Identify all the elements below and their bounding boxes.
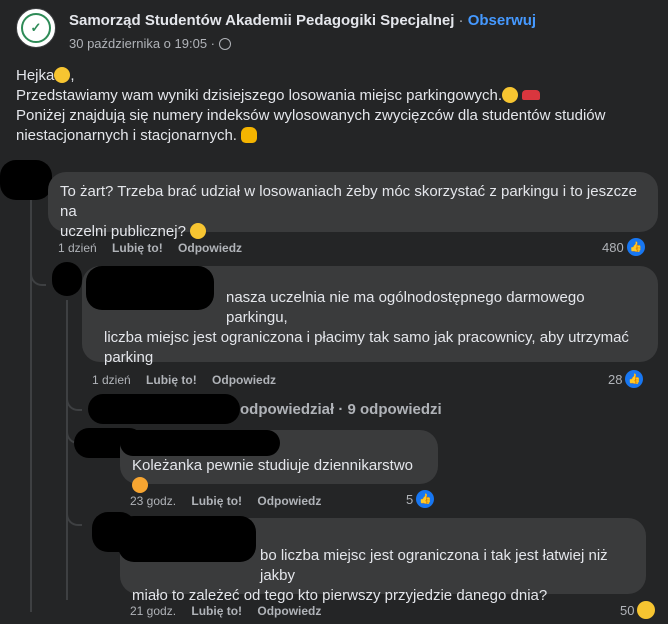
- comment-actions: 21 godz. Lubię to! Odpowiedz: [130, 604, 333, 618]
- page-avatar[interactable]: ✓: [16, 8, 56, 48]
- reply-button[interactable]: Odpowiedz: [178, 241, 242, 255]
- haha-reaction-icon: [637, 601, 656, 619]
- logo-icon: ✓: [21, 13, 51, 43]
- like-button[interactable]: Lubię to!: [146, 373, 197, 387]
- comment-actions: 1 dzień Lubię to! Odpowiedz: [92, 373, 288, 387]
- post-line-1: Hejka: [16, 67, 55, 84]
- comment-text-line: To żart? Trzeba brać udział w losowaniac…: [60, 183, 637, 220]
- thread-connector: [66, 510, 82, 526]
- separator-dot: ·: [458, 12, 464, 29]
- comment-actions: 23 godz. Lubię to! Odpowiedz: [130, 494, 333, 508]
- reaction-count-value: 5: [406, 491, 414, 507]
- reaction-count[interactable]: 480 👍: [602, 238, 645, 256]
- post-header: Samorząd Studentów Akademii Pedagogiki S…: [69, 12, 536, 29]
- like-reaction-icon: 👍: [626, 238, 645, 256]
- reaction-count[interactable]: 28 👍: [608, 370, 644, 388]
- post-line-4: niestacjonarnych i stacjonarnych.: [16, 127, 237, 144]
- reaction-count-value: 480: [602, 239, 624, 255]
- redacted-avatar: [0, 160, 52, 200]
- reply-button[interactable]: Odpowiedz: [257, 604, 321, 618]
- rolling-laughing-emoji-icon: [190, 223, 207, 239]
- post-text: Hejka, Przedstawiamy wam wyniki dzisiejs…: [16, 66, 656, 146]
- view-replies-link[interactable]: odpowiedział · 9 odpowiedzi: [240, 401, 442, 418]
- reaction-count[interactable]: 50: [620, 601, 656, 619]
- redacted-name: [86, 266, 214, 310]
- like-button[interactable]: Lubię to!: [112, 241, 163, 255]
- comment-text: Koleżanka pewnie studiuje dziennikarstwo: [132, 457, 414, 474]
- thread-line: [30, 200, 32, 612]
- thread-line: [66, 300, 68, 600]
- comment-time-link[interactable]: 21 godz.: [130, 604, 176, 618]
- comment-text-line: uczelni publicznej?: [60, 223, 186, 240]
- thread-connector: [66, 395, 82, 411]
- comment-text-line: liczba miejsc jest ograniczona i płacimy…: [104, 329, 629, 346]
- smile-emoji-icon: [502, 87, 519, 103]
- globe-icon: [218, 37, 231, 50]
- redacted-name: [88, 394, 240, 424]
- comment-bubble: To żart? Trzeba brać udział w losowaniac…: [48, 172, 658, 240]
- smile-emoji-icon: [54, 67, 71, 83]
- redacted-name: [118, 516, 256, 562]
- car-emoji-icon: [522, 90, 541, 100]
- comment-actions: 1 dzień Lubię to! Odpowiedz: [58, 241, 254, 255]
- post-meta: 30 października o 19:05 ·: [69, 36, 231, 51]
- redacted-name: [120, 430, 280, 456]
- reply-button[interactable]: Odpowiedz: [257, 494, 321, 508]
- comment-time-link[interactable]: 1 dzień: [92, 373, 131, 387]
- page-name-link[interactable]: Samorząd Studentów Akademii Pedagogiki S…: [69, 12, 454, 29]
- reply-button[interactable]: Odpowiedz: [212, 373, 276, 387]
- like-button[interactable]: Lubię to!: [191, 604, 242, 618]
- reaction-count-value: 28: [608, 371, 623, 387]
- comment-time-link[interactable]: 1 dzień: [58, 241, 97, 255]
- wink-emoji-icon: [132, 477, 148, 493]
- reaction-count[interactable]: 5 👍: [406, 490, 435, 508]
- thread-connector: [30, 270, 46, 286]
- like-reaction-icon: 👍: [416, 490, 435, 508]
- comment-time-link[interactable]: 23 godz.: [130, 494, 176, 508]
- reaction-count-value: 50: [620, 602, 635, 618]
- redacted-avatar: [52, 262, 82, 296]
- like-button[interactable]: Lubię to!: [191, 494, 242, 508]
- follow-button[interactable]: Obserwuj: [468, 12, 536, 29]
- comment-text-line: parking: [104, 349, 154, 366]
- post-date-link[interactable]: 30 października o 19:05 ·: [69, 36, 215, 51]
- raised-hands-emoji-icon: [241, 127, 258, 143]
- post-line-2: Przedstawiamy wam wyniki dzisiejszego lo…: [16, 87, 503, 104]
- post-line-3: Poniżej znajdują się numery indeksów wyl…: [16, 107, 606, 124]
- comment-text-line: miało to zależeć od tego kto pierwszy pr…: [132, 587, 548, 604]
- like-reaction-icon: 👍: [625, 370, 644, 388]
